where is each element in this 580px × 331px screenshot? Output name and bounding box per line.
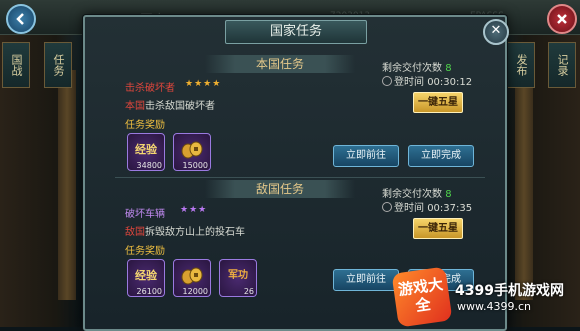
coin-icon xyxy=(180,265,204,287)
enemy-reward-label: 任务奖励 xyxy=(125,246,165,257)
coin-icon xyxy=(180,139,204,161)
clock-icon xyxy=(382,76,392,86)
domestic-desc-tag: 本国 xyxy=(125,101,145,112)
experience-icon: 经验 xyxy=(135,269,157,282)
domestic-remaining: 剩余交付次数 8 xyxy=(382,59,452,74)
tab-tasks[interactable]: 任务 xyxy=(44,42,72,88)
domestic-reward-coin-count: 15000 xyxy=(182,161,208,170)
domestic-reward-exp-count: 34800 xyxy=(136,161,162,170)
enemy-desc-text: 拆毁敌方山上的投石车 xyxy=(145,227,245,238)
enemy-reward-exp-count: 26100 xyxy=(136,287,162,296)
enemy-five-star-button[interactable]: 一键五星 xyxy=(413,218,463,239)
domestic-desc-text: 击杀敌国破坏者 xyxy=(145,101,215,112)
dialog-close-icon[interactable]: ✕ xyxy=(483,19,509,45)
domestic-time-value: 00:30:12 xyxy=(427,77,473,88)
domestic-finish-button[interactable]: 立即完成 xyxy=(408,145,474,167)
tab-tasks-label: 任务 xyxy=(52,54,65,76)
domestic-section-header: 本国任务 xyxy=(205,55,355,73)
watermark-badge: 游戏大全 xyxy=(391,266,453,328)
tab-national-war[interactable]: 国战 xyxy=(2,42,30,88)
enemy-section-header: 敌国任务 xyxy=(205,180,355,198)
back-arrow-icon[interactable] xyxy=(6,4,36,34)
tab-publish[interactable]: 发布 xyxy=(507,42,535,88)
domestic-go-button[interactable]: 立即前往 xyxy=(333,145,399,167)
domestic-time-label: 登时间 xyxy=(394,77,424,88)
domestic-stars: ★★★★ xyxy=(185,79,222,89)
enemy-time-value: 00:37:35 xyxy=(427,203,473,214)
site-watermark: 游戏大全 4399手机游戏网 www.4399.cn xyxy=(391,266,580,328)
enemy-reward-coin-count: 12000 xyxy=(182,287,208,296)
experience-icon: 经验 xyxy=(135,143,157,156)
merit-icon: 军功 xyxy=(228,270,248,281)
enemy-reward-exp[interactable]: 经验 26100 xyxy=(127,259,165,297)
tab-national-war-label: 国战 xyxy=(10,54,23,76)
enemy-reward-merit-count: 26 xyxy=(243,287,254,296)
enemy-task-name: 破坏车辆 xyxy=(125,209,165,220)
domestic-five-star-button[interactable]: 一键五星 xyxy=(413,92,463,113)
enemy-reward-merit[interactable]: 军功 26 xyxy=(219,259,257,297)
close-x-icon[interactable] xyxy=(547,4,577,34)
domestic-timer: 登时间 00:30:12 xyxy=(382,73,472,88)
pillar-right xyxy=(515,70,533,300)
domestic-reward-exp[interactable]: 经验 34800 xyxy=(127,133,165,171)
clock-icon xyxy=(382,202,392,212)
enemy-stars: ★★★ xyxy=(180,205,208,215)
tab-records[interactable]: 记录 xyxy=(548,42,576,88)
domestic-reward-label: 任务奖励 xyxy=(125,120,165,131)
enemy-reward-coin[interactable]: 12000 xyxy=(173,259,211,297)
domestic-task-name: 击杀破坏者 xyxy=(125,83,175,94)
enemy-remaining: 剩余交付次数 8 xyxy=(382,185,452,200)
domestic-reward-coin[interactable]: 15000 xyxy=(173,133,211,171)
section-divider xyxy=(115,177,485,178)
watermark-url: www.4399.cn xyxy=(457,300,531,313)
enemy-desc: 敌国拆毁敌方山上的投石车 xyxy=(125,223,245,238)
enemy-go-button[interactable]: 立即前往 xyxy=(333,269,399,291)
domestic-desc: 本国击杀敌国破坏者 xyxy=(125,97,215,112)
pillar-left xyxy=(58,70,76,300)
dialog-title: 国家任务 xyxy=(225,20,367,44)
tab-records-label: 记录 xyxy=(556,54,569,76)
enemy-timer: 登时间 00:37:35 xyxy=(382,199,472,214)
watermark-text: 4399手机游戏网 xyxy=(455,283,564,299)
tab-publish-label: 发布 xyxy=(515,54,528,76)
enemy-desc-tag: 敌国 xyxy=(125,227,145,238)
enemy-time-label: 登时间 xyxy=(394,203,424,214)
